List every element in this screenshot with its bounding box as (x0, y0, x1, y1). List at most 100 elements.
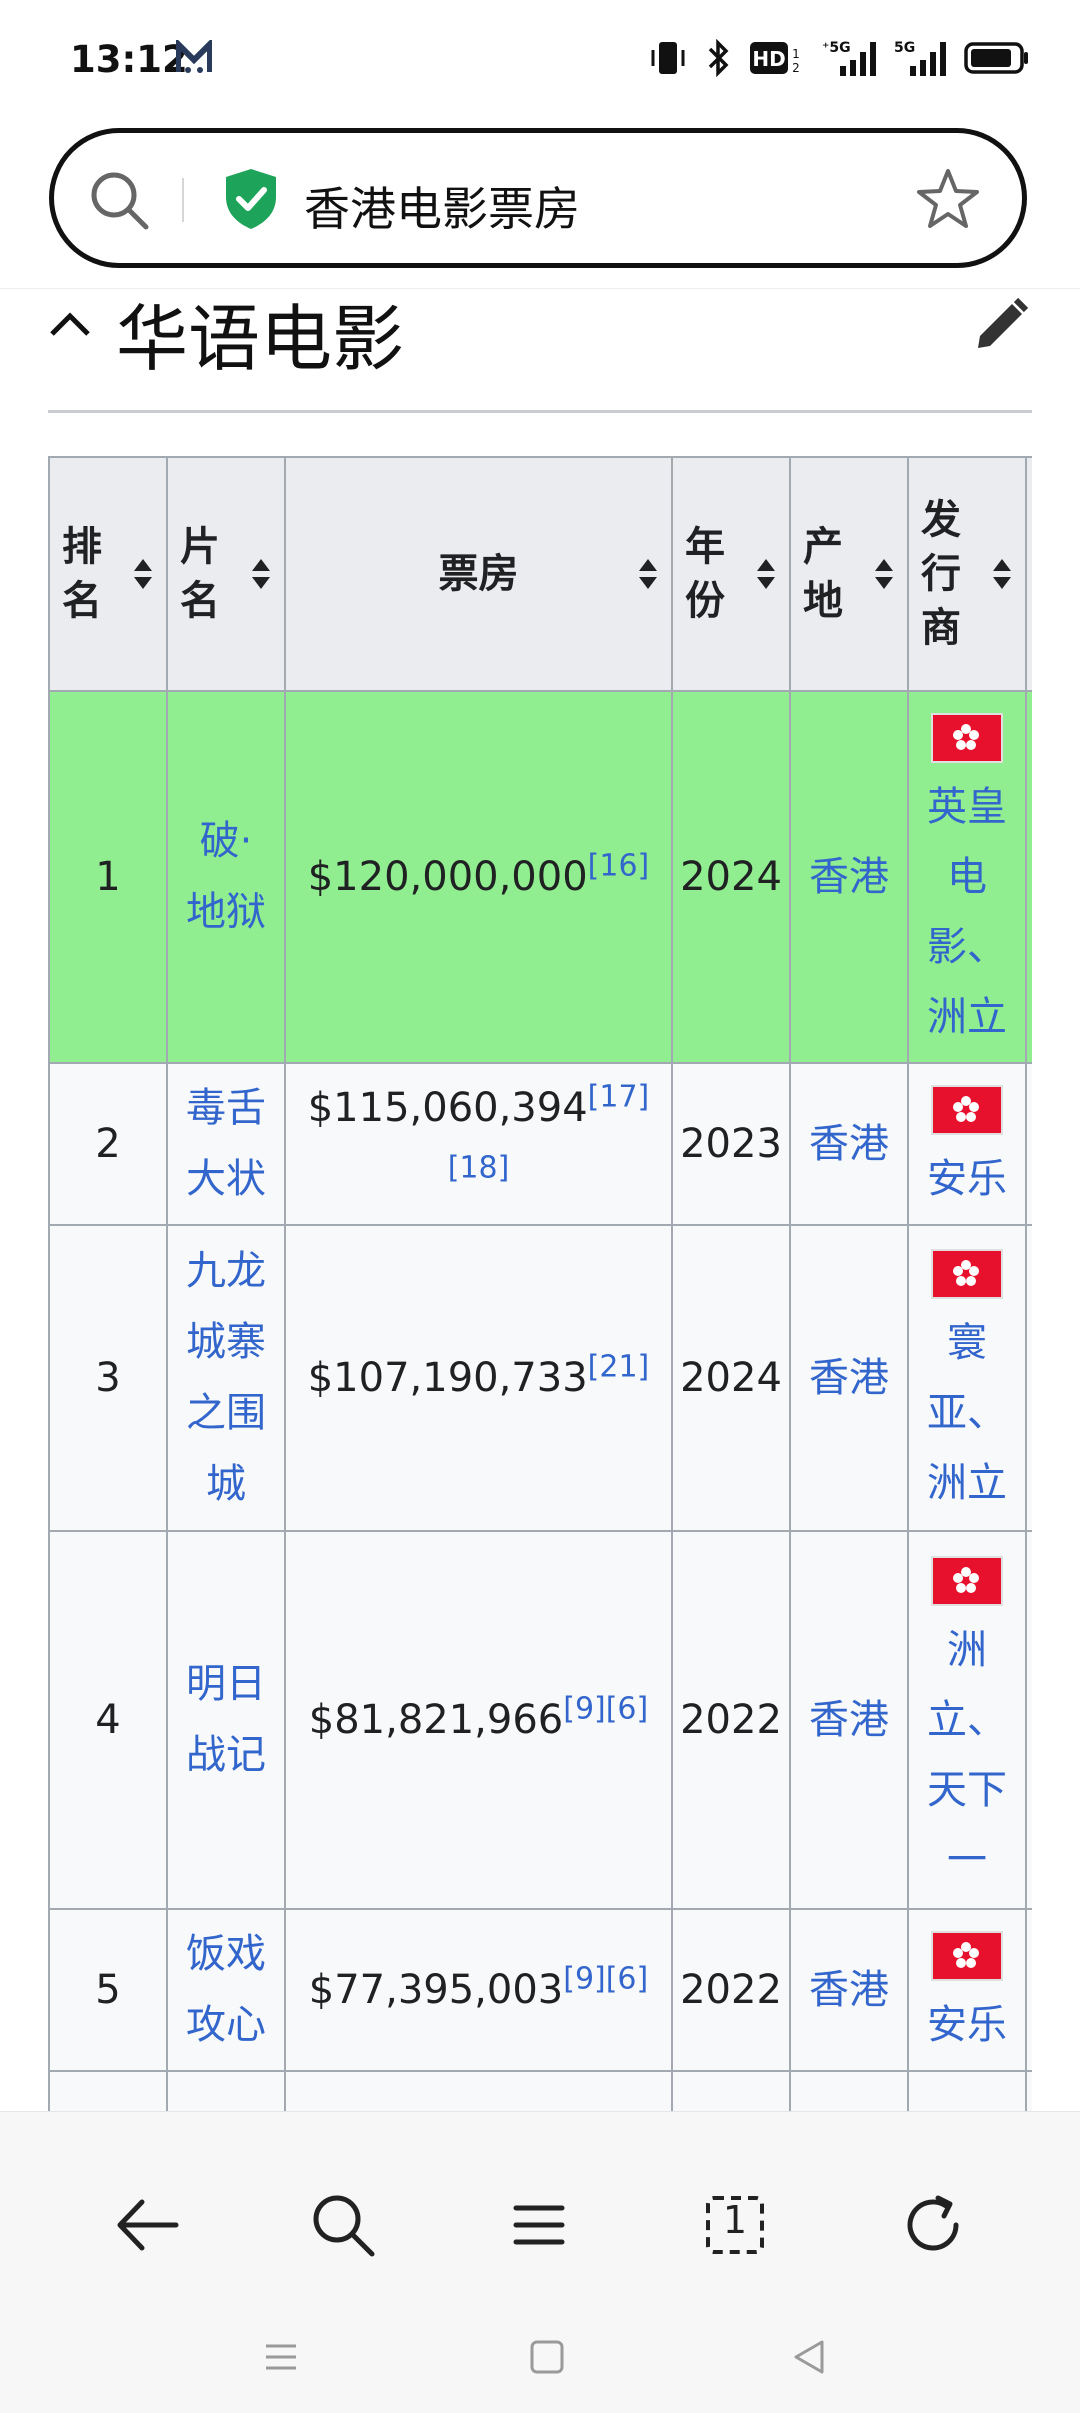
cell-title (166, 2070, 286, 2111)
menu-icon[interactable] (504, 2190, 574, 2264)
cell-distributor[interactable]: 英皇电影、洲立 (907, 690, 1027, 1064)
cell-year: 2024 (671, 1224, 791, 1532)
gross-value: $120,000,000 (307, 853, 588, 900)
signal-5g-icon: ⁺5G (822, 40, 876, 76)
signal-5g-icon: 5G (894, 40, 946, 76)
cell-gross: $115,060,394[17][18] (284, 1062, 673, 1226)
address-bar[interactable]: 香港电影票房 (49, 128, 1027, 268)
film-link[interactable]: 明日战记 (183, 1649, 269, 1791)
svg-text:2: 2 (792, 61, 800, 75)
cell-title[interactable]: 破·地狱 (166, 690, 286, 1064)
ref-link[interactable]: [9][6] (563, 1961, 648, 1996)
header-label: 发行商 (921, 497, 961, 651)
svg-text:⁺5G: ⁺5G (822, 40, 851, 56)
distributor-link[interactable]: 英皇电影、洲立 (924, 772, 1010, 1052)
hd-icon: HD 12 (750, 42, 800, 75)
origin-link[interactable]: 香港 (809, 854, 889, 900)
sort-icon (993, 559, 1011, 589)
film-link[interactable]: 破·地狱 (183, 806, 269, 948)
film-link[interactable]: 饭戏攻心 (183, 1919, 269, 2061)
status-icons: HD 1 2 ⁺5G 5G (648, 38, 1030, 78)
distributor-link[interactable]: 安乐 (924, 1144, 1010, 1214)
refresh-icon[interactable] (898, 2190, 968, 2264)
cell-distributor[interactable]: 安乐 (907, 1908, 1027, 2072)
address-text[interactable]: 香港电影票房 (304, 173, 580, 239)
cell-distributor[interactable]: 安乐 (907, 1062, 1027, 1226)
cell-year: 2022 (671, 1908, 791, 2072)
cell-rank: 5 (48, 1908, 168, 2072)
header-rank[interactable]: 排名 (48, 456, 168, 692)
origin-link[interactable]: 香港 (809, 1967, 889, 2013)
cell-overflow (1025, 1530, 1032, 1910)
cell-origin[interactable]: 香港 (789, 690, 909, 1064)
origin-link[interactable]: 香港 (809, 1355, 889, 1401)
svg-text:HD: HD (752, 47, 785, 71)
distributor-link[interactable]: 洲立、天下一 (924, 1615, 1010, 1895)
bluetooth-icon (708, 38, 729, 78)
ref-link[interactable]: [21] (588, 1349, 650, 1384)
box-office-table[interactable]: 排名 片名 票房 年份 产地 发行商 1 破·地狱 $120,000,000[1… (48, 456, 1032, 2111)
gross-value: $107,190,733 (307, 1354, 588, 1401)
back-triangle-icon[interactable] (790, 2338, 828, 2380)
address-divider (182, 178, 184, 222)
cell-rank: 2 (48, 1062, 168, 1226)
home-icon[interactable] (528, 2338, 566, 2380)
cell-year: 2024 (671, 690, 791, 1064)
distributor-link[interactable]: 安乐 (924, 1990, 1010, 2060)
ref-link[interactable]: [16] (588, 848, 650, 883)
table-row: 4 明日战记 $81,821,966[9][6] 2022 香港 洲立、天下一 (48, 1530, 1032, 1910)
hong-kong-flag-icon (931, 713, 1003, 763)
film-link[interactable]: 九龙城寨之围城 (183, 1236, 269, 1520)
origin-link[interactable]: 香港 (809, 1697, 889, 1743)
section-rule (48, 410, 1032, 413)
header-title[interactable]: 片名 (166, 456, 286, 692)
cell-origin[interactable]: 香港 (789, 1530, 909, 1910)
cell-title[interactable]: 饭戏攻心 (166, 1908, 286, 2072)
cell-distributor[interactable]: 寰亚、洲立 (907, 1224, 1027, 1532)
header-distributor[interactable]: 发行商 (907, 456, 1027, 692)
cell-origin[interactable]: 香港 (789, 1908, 909, 2072)
cell-year: 2022 (671, 1530, 791, 1910)
header-year[interactable]: 年份 (671, 456, 791, 692)
cell-gross: $81,821,966[9][6] (284, 1530, 673, 1910)
cell-title[interactable]: 九龙城寨之围城 (166, 1224, 286, 1532)
film-link[interactable]: 毒舌大状 (183, 1073, 269, 1215)
search-icon[interactable] (88, 169, 152, 237)
header-label: 年份 (685, 524, 725, 624)
hong-kong-flag-icon (931, 1249, 1003, 1299)
section-title[interactable]: 华语电影 (116, 280, 404, 385)
table-row: 3 九龙城寨之围城 $107,190,733[21] 2024 香港 寰亚、洲立 (48, 1224, 1032, 1532)
cell-overflow (1025, 690, 1032, 1064)
cell-title[interactable]: 明日战记 (166, 1530, 286, 1910)
header-gross[interactable]: 票房 (284, 456, 673, 692)
chevron-up-icon[interactable] (46, 300, 94, 352)
cell-origin[interactable]: 香港 (789, 1062, 909, 1226)
cell-year: 2023 (671, 1062, 791, 1226)
vibrate-icon (651, 42, 685, 74)
cell-overflow (1025, 1908, 1032, 2072)
sort-icon (875, 559, 893, 589)
cell-origin[interactable]: 香港 (789, 1224, 909, 1532)
header-origin[interactable]: 产地 (789, 456, 909, 692)
gross-value: $81,821,966 (308, 1696, 564, 1743)
gross-value: $115,060,394 (307, 1085, 588, 1131)
table-header-row: 排名 片名 票房 年份 产地 发行商 (48, 456, 1032, 692)
cell-year (671, 2070, 791, 2111)
bottom-nav: 1 (0, 2111, 1080, 2413)
shield-check-icon[interactable] (222, 167, 280, 235)
cell-title[interactable]: 毒舌大状 (166, 1062, 286, 1226)
pencil-icon[interactable] (972, 296, 1030, 358)
star-icon[interactable] (916, 167, 980, 235)
back-arrow-icon[interactable] (112, 2190, 182, 2264)
distributor-link[interactable]: 寰亚、洲立 (924, 1308, 1010, 1518)
search-icon[interactable] (308, 2190, 378, 2264)
tabs-icon[interactable]: 1 (700, 2190, 770, 2264)
origin-link[interactable]: 香港 (809, 1121, 889, 1167)
status-bar: 13:12 HD 1 2 ⁺5G 5G (0, 0, 1080, 124)
ref-link[interactable]: [9][6] (563, 1691, 648, 1726)
recents-icon[interactable] (262, 2338, 300, 2380)
hong-kong-flag-icon (931, 1556, 1003, 1606)
cell-distributor[interactable]: 洲立、天下一 (907, 1530, 1027, 1910)
header-label: 排名 (62, 524, 102, 624)
svg-text:5G: 5G (894, 40, 915, 56)
